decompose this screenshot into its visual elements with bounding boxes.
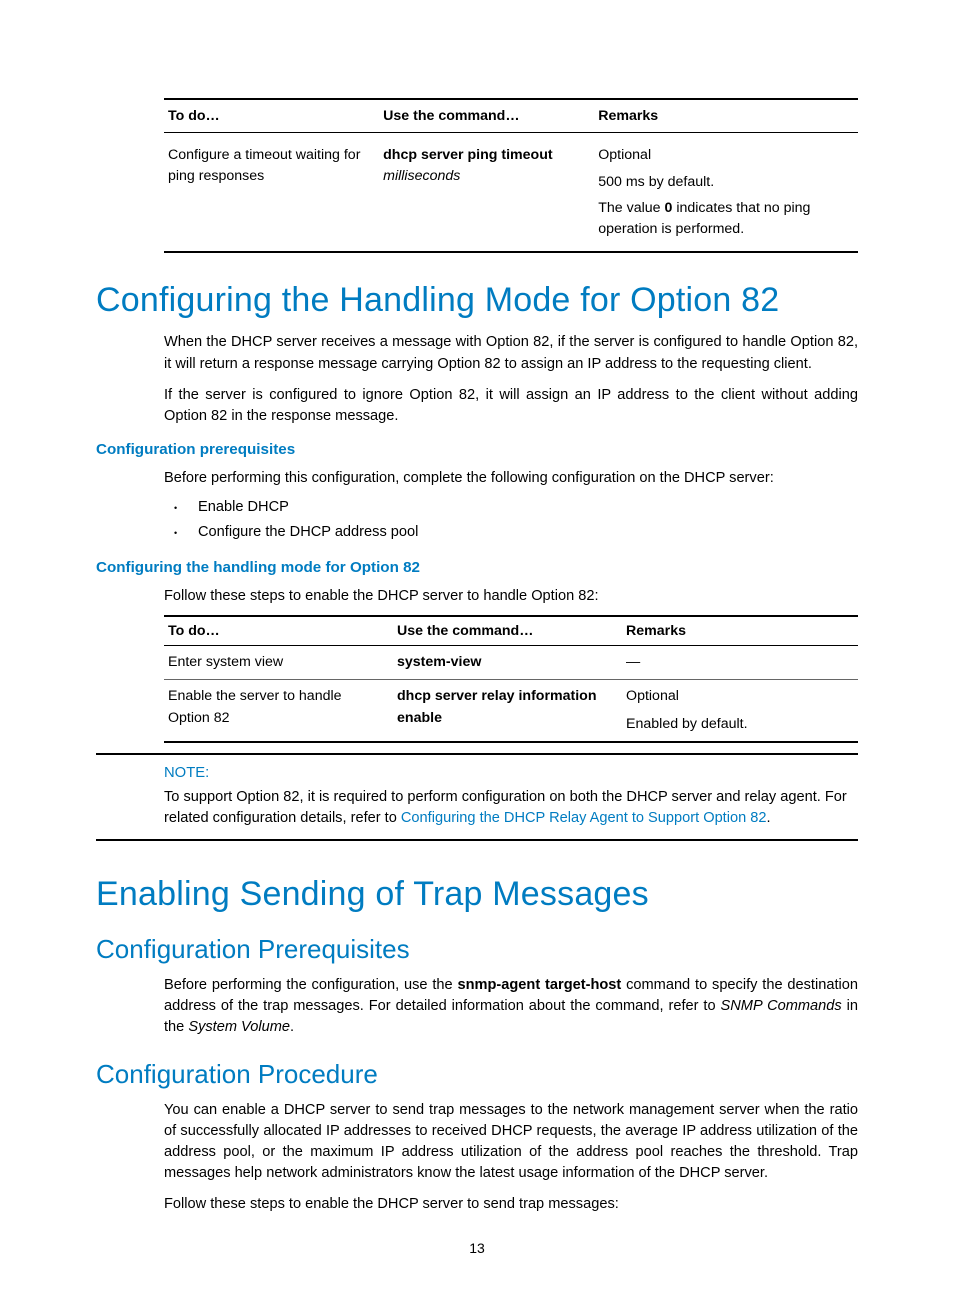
remark-line: The value 0 indicates that no ping opera… (598, 198, 852, 239)
body-text: Before performing this configuration, co… (164, 468, 858, 489)
cell-cmd: system-view (393, 645, 622, 679)
body-text: Follow these steps to enable the DHCP se… (164, 1194, 858, 1215)
remark-line: Enabled by default. (626, 714, 852, 735)
cell-todo: Configure a timeout waiting for ping res… (164, 133, 379, 253)
body-text: If the server is configured to ignore Op… (164, 385, 858, 427)
table-row: To do… Use the command… Remarks (164, 99, 858, 133)
cmd-bold: dhcp server ping timeout (383, 147, 553, 163)
col-cmd: Use the command… (393, 616, 622, 646)
col-remarks: Remarks (594, 99, 858, 133)
remark-line: Optional (626, 686, 852, 707)
cell-todo: Enable the server to handle Option 82 (164, 680, 393, 742)
heading-trap: Enabling Sending of Trap Messages (96, 875, 858, 914)
bullet-list: Enable DHCP Configure the DHCP address p… (164, 495, 858, 545)
heading-option82: Configuring the Handling Mode for Option… (96, 281, 858, 320)
cell-remarks: — (622, 645, 858, 679)
command-table-2: To do… Use the command… Remarks Enter sy… (164, 615, 858, 743)
cell-cmd: dhcp server ping timeout milliseconds (379, 133, 594, 253)
cell-cmd: dhcp server relay information enable (393, 680, 622, 742)
subheading-procedure: Configuration Procedure (96, 1059, 858, 1090)
body-text: You can enable a DHCP server to send tra… (164, 1100, 858, 1185)
page-number: 13 (0, 1240, 954, 1256)
cell-remarks: Optional 500 ms by default. The value 0 … (594, 133, 858, 253)
cmd-ital: milliseconds (383, 168, 460, 184)
cell-remarks: Optional Enabled by default. (622, 680, 858, 742)
note-text: To support Option 82, it is required to … (164, 787, 858, 829)
table-row: Enable the server to handle Option 82 dh… (164, 680, 858, 742)
list-item: Enable DHCP (164, 495, 858, 520)
col-cmd: Use the command… (379, 99, 594, 133)
subheading-prereq: Configuration prerequisites (96, 441, 858, 458)
body-text: When the DHCP server receives a message … (164, 332, 858, 374)
subheading-prereq2: Configuration Prerequisites (96, 934, 858, 965)
table-row: Configure a timeout waiting for ping res… (164, 133, 858, 253)
remark-line: 500 ms by default. (598, 172, 852, 193)
list-item: Configure the DHCP address pool (164, 520, 858, 545)
note-link[interactable]: Configuring the DHCP Relay Agent to Supp… (401, 810, 767, 826)
subheading-config-mode: Configuring the handling mode for Option… (96, 559, 858, 576)
col-todo: To do… (164, 616, 393, 646)
command-table-1: To do… Use the command… Remarks Configur… (164, 98, 858, 253)
note-block: NOTE: To support Option 82, it is requir… (96, 753, 858, 841)
col-todo: To do… (164, 99, 379, 133)
cell-todo: Enter system view (164, 645, 393, 679)
table-row: Enter system view system-view — (164, 645, 858, 679)
remark-line: Optional (598, 145, 852, 166)
body-text: Before performing the configuration, use… (164, 975, 858, 1038)
col-remarks: Remarks (622, 616, 858, 646)
body-text: Follow these steps to enable the DHCP se… (164, 586, 858, 607)
table-row: To do… Use the command… Remarks (164, 616, 858, 646)
note-label: NOTE: (164, 765, 858, 781)
